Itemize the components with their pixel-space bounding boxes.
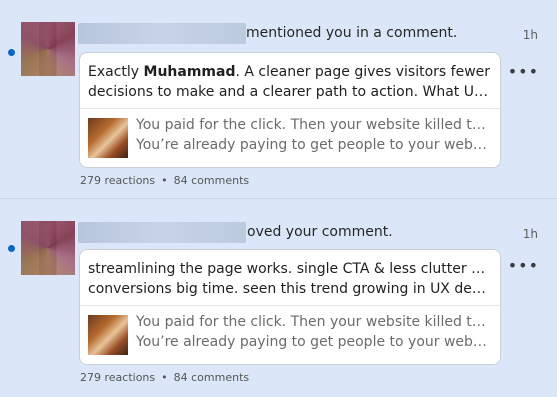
- reactions-count[interactable]: 279 reactions: [80, 371, 155, 384]
- comment-card[interactable]: Exactly Muhammad. A cleaner page gives v…: [79, 52, 501, 168]
- post-preview[interactable]: You paid for the click. Then your websit…: [88, 115, 492, 159]
- post-thumbnail: [88, 315, 128, 355]
- post-text: You paid for the click. Then your websit…: [136, 312, 492, 352]
- divider: [80, 305, 500, 306]
- post-line-2: You’re already paying to get people to y…: [136, 137, 492, 153]
- avatar[interactable]: [21, 221, 75, 275]
- comment-text: Exactly Muhammad. A cleaner page gives v…: [88, 62, 493, 102]
- separator: •: [161, 371, 168, 384]
- blurred-actor-name[interactable]: [78, 222, 246, 243]
- comments-count[interactable]: 84 comments: [174, 371, 250, 384]
- post-stats: 279 reactions • 84 comments: [80, 371, 249, 384]
- post-line-1: You paid for the click. Then your websit…: [136, 314, 492, 330]
- comment-text: streamlining the page works. single CTA …: [88, 259, 493, 299]
- post-line-2: You’re already paying to get people to y…: [136, 334, 492, 350]
- post-text: You paid for the click. Then your websit…: [136, 115, 492, 155]
- post-line-1: You paid for the click. Then your websit…: [136, 117, 492, 133]
- divider: [80, 108, 500, 109]
- comment-card[interactable]: streamlining the page works. single CTA …: [79, 249, 501, 365]
- timestamp: 1h: [522, 227, 538, 241]
- timestamp: 1h: [522, 28, 538, 42]
- unread-dot-icon: [8, 245, 15, 252]
- post-stats: 279 reactions • 84 comments: [80, 174, 249, 187]
- comment-line-2: conversions big time. seen this trend gr…: [88, 281, 493, 297]
- post-thumbnail: [88, 118, 128, 158]
- notification-headline: oved your comment.: [247, 224, 393, 240]
- avatar[interactable]: [21, 22, 75, 76]
- blurred-actor-name[interactable]: [78, 23, 246, 44]
- notifications-feed: mentioned you in a comment. 1h ••• Exact…: [0, 0, 557, 397]
- comment-line-2: decisions to make and a clearer path to …: [88, 84, 493, 100]
- comment-line-1: Exactly Muhammad. A cleaner page gives v…: [88, 64, 491, 80]
- notification-item[interactable]: mentioned you in a comment. 1h ••• Exact…: [0, 0, 557, 199]
- comments-count[interactable]: 84 comments: [174, 174, 250, 187]
- separator: •: [161, 174, 168, 187]
- notification-item[interactable]: oved your comment. 1h ••• streamlining t…: [0, 199, 557, 397]
- more-options-icon[interactable]: •••: [508, 62, 539, 81]
- more-options-icon[interactable]: •••: [508, 256, 539, 275]
- unread-dot-icon: [8, 49, 15, 56]
- notification-headline: mentioned you in a comment.: [246, 25, 458, 41]
- post-preview[interactable]: You paid for the click. Then your websit…: [88, 312, 492, 356]
- reactions-count[interactable]: 279 reactions: [80, 174, 155, 187]
- comment-line-1: streamlining the page works. single CTA …: [88, 261, 493, 277]
- mention[interactable]: Muhammad: [144, 64, 236, 80]
